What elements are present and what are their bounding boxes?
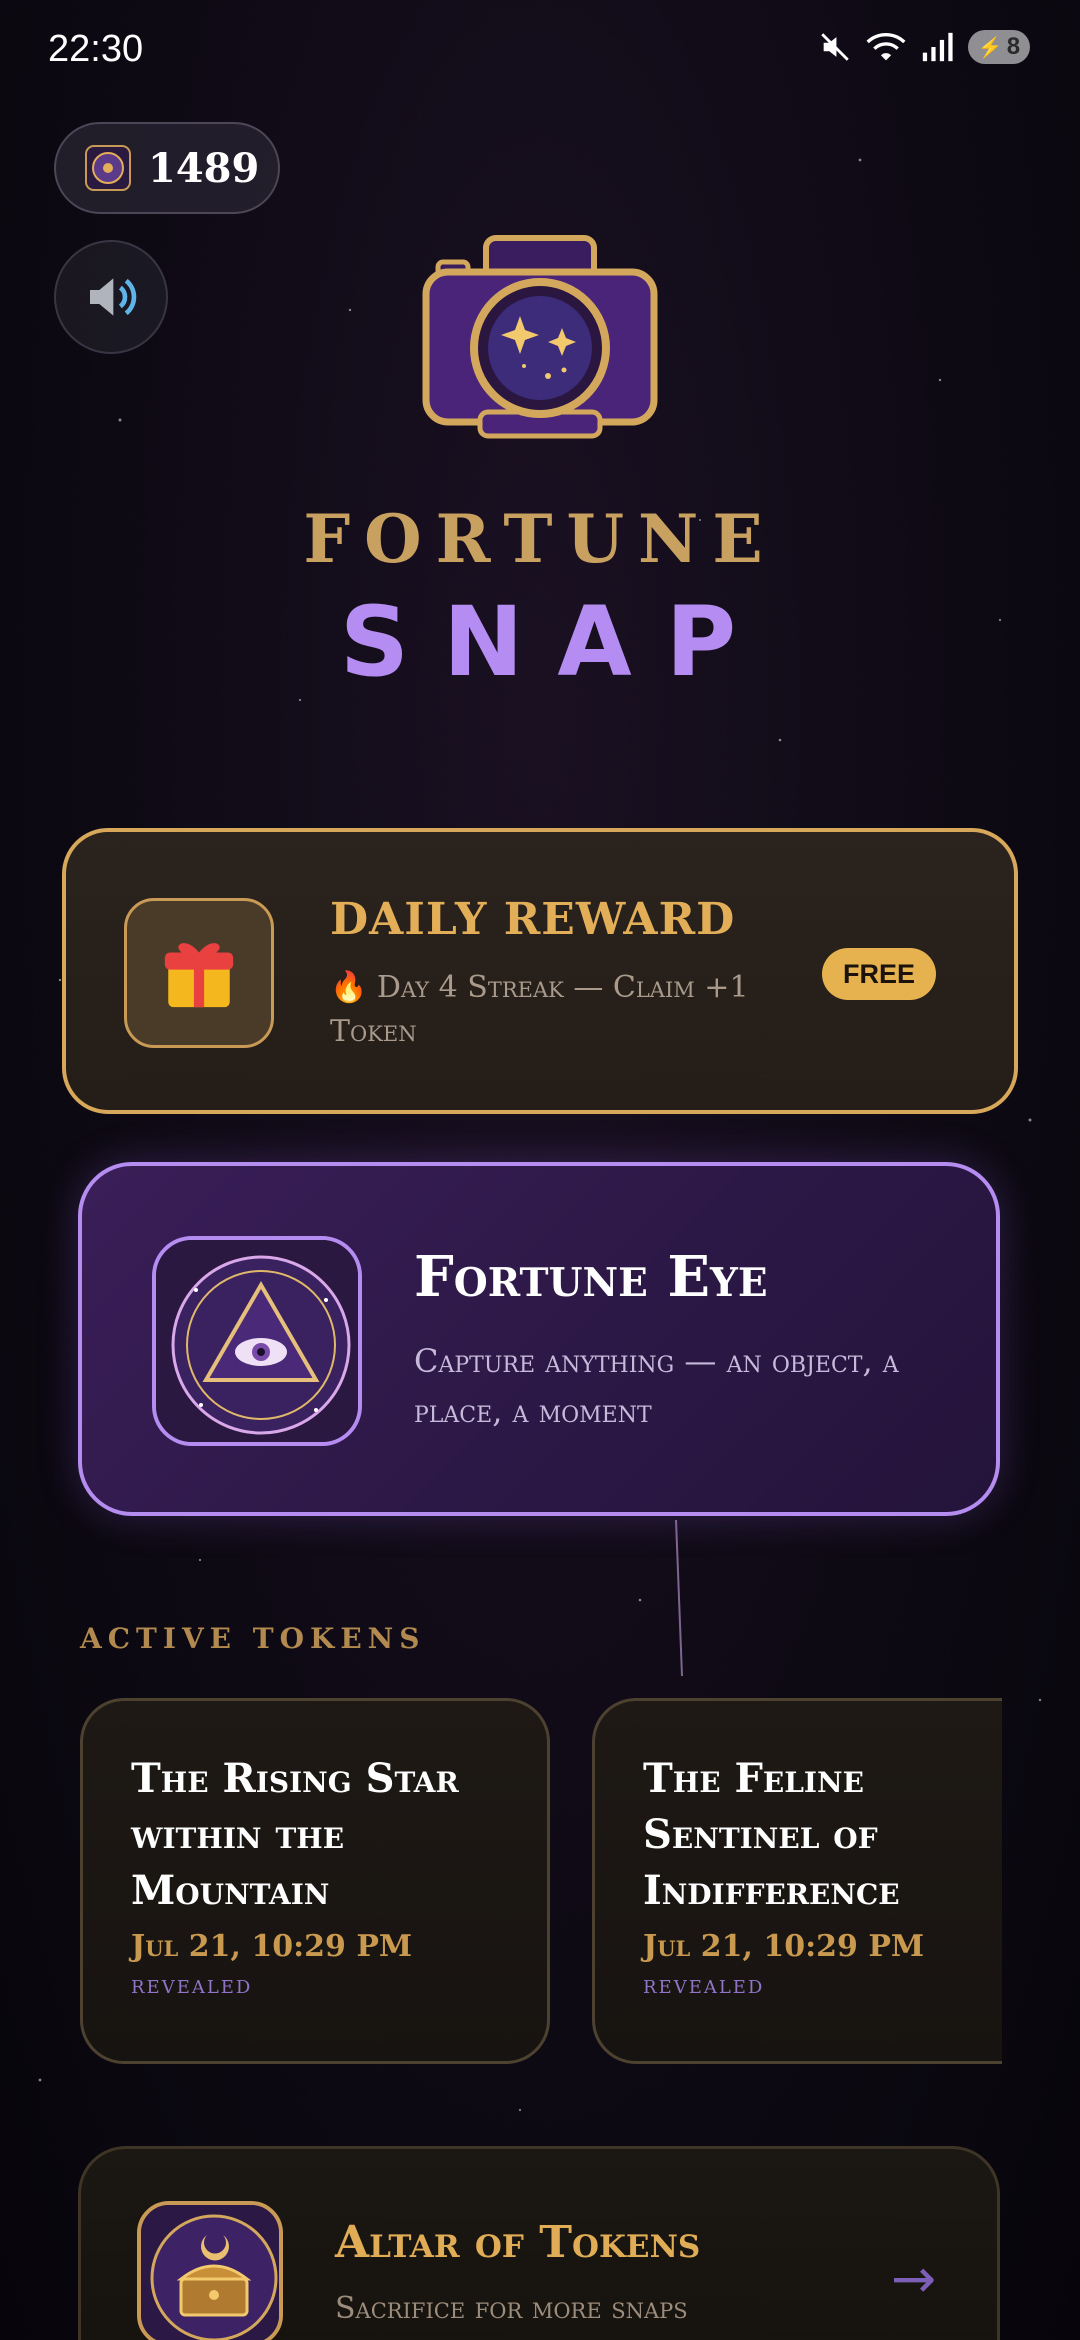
fortune-eye-subtitle: Capture anything — an object, a place, a… — [414, 1342, 899, 1430]
token-card-status: revealed — [643, 1970, 765, 2000]
app-title-fortune: FORTUNE — [303, 500, 777, 578]
token-balance[interactable]: 1489 — [54, 122, 280, 214]
daily-reward-title: DAILY REWARD — [330, 894, 736, 945]
status-bar: 22:30 ⚡ 8 — [0, 0, 1080, 100]
daily-reward-subtitle: 🔥 Day 4 Streak — Claim +1 Token — [330, 970, 749, 1049]
wifi-icon — [866, 33, 906, 61]
token-card-status: revealed — [131, 1970, 253, 2000]
status-time: 22:30 — [48, 28, 144, 70]
token-card-date: Jul 21, 10:29 PM — [643, 1929, 925, 1964]
fortune-eye-title: Fortune Eye — [414, 1244, 768, 1310]
token-card-date: Jul 21, 10:29 PM — [131, 1929, 413, 1964]
mute-icon — [821, 33, 849, 61]
altar-title: Altar of Tokens — [335, 2217, 701, 2268]
fortune-eye-card[interactable]: Fortune Eye Capture anything — an object… — [78, 1162, 1000, 1516]
free-badge[interactable]: FREE — [822, 948, 936, 1000]
active-tokens-heading: ACTIVE TOKENS — [80, 1622, 426, 1655]
battery-icon: ⚡ 8 — [968, 30, 1030, 64]
token-coin-icon — [85, 145, 131, 191]
altar-subtitle: Sacrifice for more snaps — [335, 2291, 688, 2326]
altar-chest-icon — [137, 2201, 283, 2340]
sound-toggle-button[interactable] — [54, 240, 168, 354]
token-card[interactable]: The Rising Star within the Mountain Jul … — [80, 1698, 550, 2064]
token-card-title: The Rising Star within the Mountain — [131, 1755, 459, 1914]
speaker-icon — [90, 278, 137, 316]
daily-reward-card[interactable]: DAILY REWARD 🔥 Day 4 Streak — Claim +1 T… — [62, 828, 1018, 1114]
token-card[interactable]: The Feline Sentinel of Indifference Jul … — [592, 1698, 1002, 2064]
camera-logo-icon — [422, 235, 658, 439]
battery-level: 8 — [1006, 33, 1021, 60]
token-count: 1489 — [148, 144, 260, 192]
app-title-snap: SNAP — [339, 586, 771, 698]
status-icons: ⚡ 8 — [818, 30, 1030, 64]
all-seeing-eye-icon — [152, 1236, 362, 1446]
signal-icon — [922, 32, 953, 62]
altar-of-tokens-card[interactable]: Altar of Tokens Sacrifice for more snaps… — [78, 2146, 1000, 2340]
gift-icon — [124, 898, 274, 1048]
arrow-right-icon[interactable]: → — [891, 2247, 936, 2310]
token-card-title: The Feline Sentinel of Indifference — [643, 1755, 900, 1914]
